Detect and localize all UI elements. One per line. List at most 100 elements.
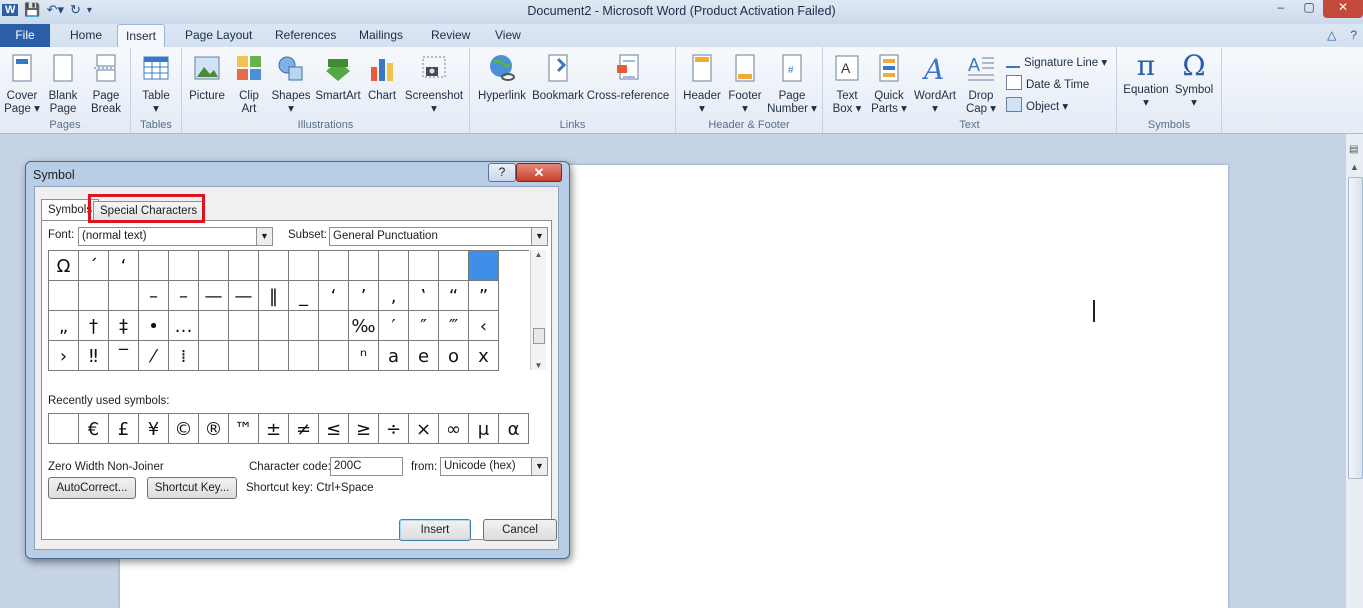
symbol-cell[interactable]: ” bbox=[469, 281, 499, 311]
vertical-scrollbar[interactable]: ▤ ▲ bbox=[1345, 134, 1363, 608]
symbol-cell[interactable]: a bbox=[379, 341, 409, 371]
symbol-cell[interactable]: • bbox=[139, 311, 169, 341]
symbol-cell[interactable]: — bbox=[199, 281, 229, 311]
signature-line-button[interactable]: Signature Line ▾ bbox=[1006, 53, 1107, 69]
tab-view[interactable]: View bbox=[495, 28, 521, 42]
tab-file[interactable]: File bbox=[0, 24, 50, 47]
symbol-cell[interactable]: “ bbox=[439, 281, 469, 311]
symbol-cell[interactable]: ‾ bbox=[109, 341, 139, 371]
tab-review[interactable]: Review bbox=[431, 28, 470, 42]
object-button[interactable]: Object ▾ bbox=[1006, 97, 1068, 113]
symbol-cell[interactable] bbox=[439, 251, 469, 281]
symbol-cell[interactable]: ′ bbox=[379, 311, 409, 341]
recent-symbol-cell[interactable]: € bbox=[79, 414, 109, 444]
autocorrect-button[interactable]: AutoCorrect... bbox=[48, 477, 136, 499]
symbol-grid[interactable]: Ω ´ ‘– – — — ‖ _ ‘’ ‚ ‛ “” „ † ‡ •… ‰ ′ ″ ‴ ‹ › ‼ ‾ ⁄ ⁞ ⁿ a e o x bbox=[48, 250, 529, 371]
scrollbar-thumb[interactable] bbox=[1348, 177, 1363, 479]
from-select[interactable]: Unicode (hex) ▼ bbox=[440, 457, 548, 476]
recent-symbol-cell[interactable]: ± bbox=[259, 414, 289, 444]
symbol-cell[interactable]: e bbox=[409, 341, 439, 371]
symbol-cell[interactable]: x bbox=[469, 341, 499, 371]
recent-symbol-cell[interactable]: ÷ bbox=[379, 414, 409, 444]
symbol-cell[interactable]: ⁄ bbox=[139, 341, 169, 371]
date-time-button[interactable]: Date & Time bbox=[1006, 75, 1089, 91]
drop-cap-button[interactable]: A Drop Cap ▾ bbox=[961, 53, 1001, 116]
symbol-cell[interactable] bbox=[259, 341, 289, 371]
dialog-close-button[interactable]: ✕ bbox=[516, 163, 562, 182]
symbol-cell[interactable]: ⁞ bbox=[169, 341, 199, 371]
wordart-button[interactable]: A WordArt ▾ bbox=[911, 53, 959, 116]
symbol-cell[interactable]: o bbox=[439, 341, 469, 371]
symbol-cell[interactable] bbox=[259, 311, 289, 341]
recent-symbol-cell[interactable]: ∞ bbox=[439, 414, 469, 444]
insert-button[interactable]: Insert bbox=[399, 519, 471, 541]
symbol-cell[interactable] bbox=[319, 341, 349, 371]
cancel-button[interactable]: Cancel bbox=[483, 519, 557, 541]
recent-symbol-cell[interactable]: × bbox=[409, 414, 439, 444]
symbol-cell[interactable]: – bbox=[139, 281, 169, 311]
recent-symbol-cell[interactable]: α bbox=[499, 414, 529, 444]
symbol-cell[interactable]: ‘ bbox=[319, 281, 349, 311]
symbol-cell[interactable] bbox=[79, 281, 109, 311]
tab-insert[interactable]: Insert bbox=[117, 24, 166, 49]
symbol-cell[interactable] bbox=[169, 251, 199, 281]
symbol-cell[interactable]: Ω bbox=[49, 251, 79, 281]
font-select[interactable]: (normal text) ▼ bbox=[78, 227, 273, 246]
recent-symbol-cell[interactable]: © bbox=[169, 414, 199, 444]
minimize-ribbon-icon[interactable]: △ bbox=[1327, 28, 1336, 42]
recent-symbol-cell[interactable]: ¥ bbox=[139, 414, 169, 444]
symbol-cell[interactable]: – bbox=[169, 281, 199, 311]
tab-references[interactable]: References bbox=[275, 28, 336, 42]
symbol-cell[interactable] bbox=[319, 311, 349, 341]
symbol-cell[interactable] bbox=[229, 311, 259, 341]
recent-symbols-grid[interactable]: € £ ¥ © ® ™ ± ≠ ≤ ≥ ÷ × ∞ μ α bbox=[48, 413, 529, 444]
symbol-cell[interactable] bbox=[289, 311, 319, 341]
cover-page-button[interactable]: Cover Page ▾ bbox=[4, 53, 40, 116]
symbol-cell[interactable] bbox=[229, 251, 259, 281]
scrollbar-thumb[interactable] bbox=[533, 328, 545, 344]
symbol-cell[interactable] bbox=[319, 251, 349, 281]
symbol-cell[interactable]: ‡ bbox=[109, 311, 139, 341]
clip-art-button[interactable]: Clip Art bbox=[232, 53, 266, 116]
quick-parts-button[interactable]: Quick Parts ▾ bbox=[869, 53, 909, 116]
symbol-cell[interactable] bbox=[259, 251, 289, 281]
page-number-button[interactable]: # Page Number ▾ bbox=[766, 53, 818, 116]
scroll-up-icon[interactable]: ▲ bbox=[1350, 162, 1359, 172]
symbol-cell[interactable]: ´ bbox=[79, 251, 109, 281]
shortcut-key-button[interactable]: Shortcut Key... bbox=[147, 477, 237, 499]
cross-reference-button[interactable]: Cross-reference bbox=[586, 53, 670, 103]
blank-page-button[interactable]: Blank Page bbox=[44, 53, 82, 116]
tab-mailings[interactable]: Mailings bbox=[359, 28, 403, 42]
symbol-cell[interactable]: › bbox=[49, 341, 79, 371]
symbol-cell[interactable]: ‖ bbox=[259, 281, 289, 311]
close-window-button[interactable]: ✕ bbox=[1323, 0, 1363, 18]
tab-home[interactable]: Home bbox=[70, 28, 102, 42]
header-button[interactable]: Header ▾ bbox=[680, 53, 724, 116]
symbol-cell[interactable]: _ bbox=[289, 281, 319, 311]
symbol-cell[interactable] bbox=[379, 251, 409, 281]
recent-symbol-cell[interactable]: ≤ bbox=[319, 414, 349, 444]
symbol-cell[interactable] bbox=[49, 281, 79, 311]
symbol-cell[interactable]: ‼ bbox=[79, 341, 109, 371]
recent-symbol-cell[interactable]: ® bbox=[199, 414, 229, 444]
symbol-cell[interactable]: ‰ bbox=[349, 311, 379, 341]
recent-symbol-cell[interactable]: ≠ bbox=[289, 414, 319, 444]
symbol-cell[interactable] bbox=[199, 341, 229, 371]
recent-symbol-cell[interactable]: μ bbox=[469, 414, 499, 444]
screenshot-button[interactable]: Screenshot ▾ bbox=[404, 53, 464, 116]
symbol-cell[interactable]: ‛ bbox=[409, 281, 439, 311]
ruler-toggle-icon[interactable]: ▤ bbox=[1349, 144, 1358, 155]
smartart-button[interactable]: SmartArt bbox=[314, 53, 362, 103]
footer-button[interactable]: Footer ▾ bbox=[724, 53, 766, 116]
symbol-cell[interactable]: ⁿ bbox=[349, 341, 379, 371]
symbol-cell[interactable] bbox=[289, 341, 319, 371]
bookmark-button[interactable]: Bookmark bbox=[530, 53, 586, 103]
scroll-down-icon[interactable]: ▼ bbox=[531, 361, 546, 370]
symbol-cell[interactable]: ‴ bbox=[439, 311, 469, 341]
symbol-cell[interactable] bbox=[469, 251, 499, 281]
symbol-cell[interactable] bbox=[109, 281, 139, 311]
symbol-cell[interactable]: ‹ bbox=[469, 311, 499, 341]
dialog-help-button[interactable]: ? bbox=[488, 163, 516, 182]
symbol-cell[interactable] bbox=[349, 251, 379, 281]
symbol-button[interactable]: Ω Symbol ▾ bbox=[1171, 51, 1217, 110]
